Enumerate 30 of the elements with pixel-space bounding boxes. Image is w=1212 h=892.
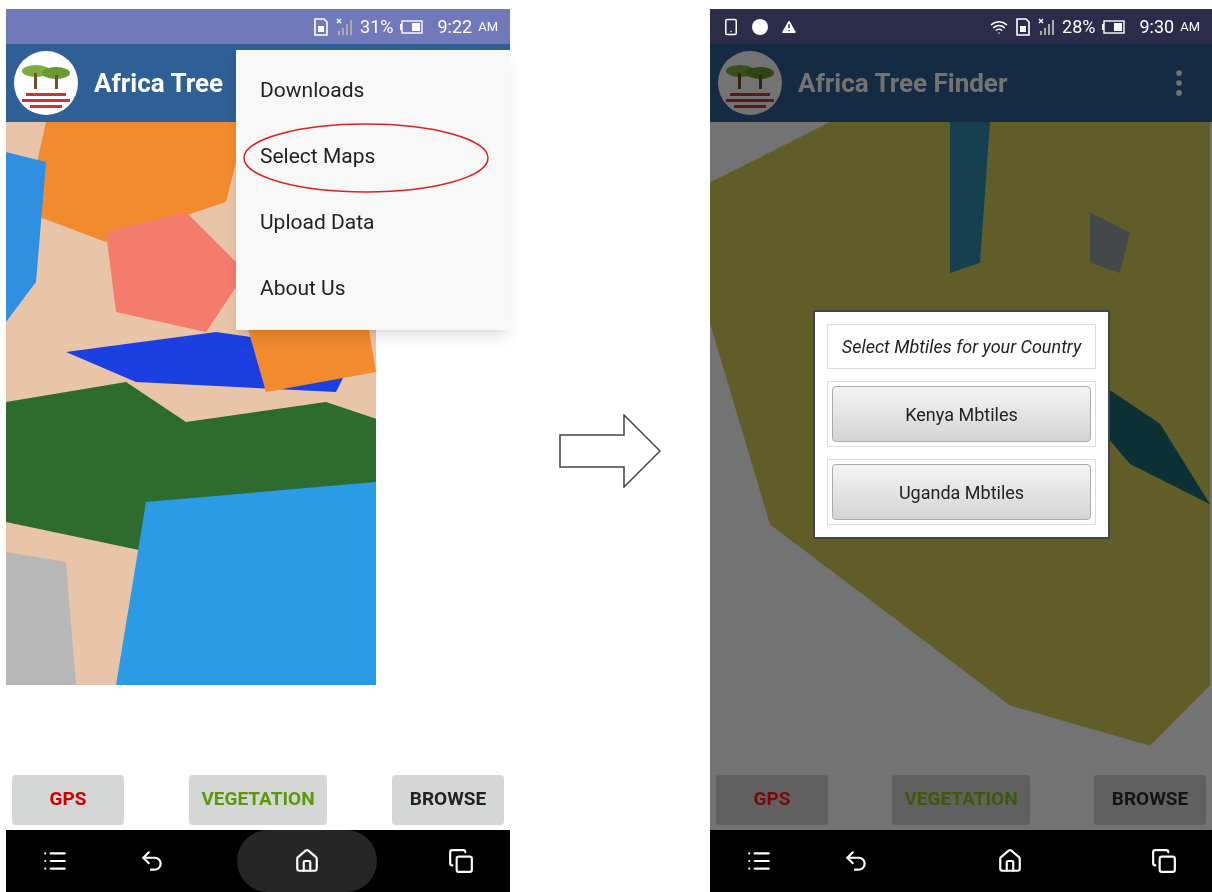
menu-item[interactable]: Upload Data [260, 207, 375, 239]
menu-item[interactable]: About Us [260, 273, 346, 305]
toolbar-button[interactable]: BROWSE [392, 774, 504, 825]
battery-icon [1101, 19, 1126, 34]
logo-icon [718, 51, 782, 115]
signal-icon [1038, 17, 1056, 36]
app-title: Africa Tree Finder [798, 66, 1008, 100]
app-title: Africa Tree [94, 66, 224, 100]
option-button[interactable]: Uganda Mbtiles [832, 464, 1091, 520]
battery-percent: 31% [360, 15, 394, 39]
dialog-title: Select Mbtiles for your Country [841, 336, 1082, 357]
battery-percent: 28% [1062, 15, 1096, 39]
option-button[interactable]: Kenya Mbtiles [832, 386, 1091, 442]
toolbar-button[interactable]: GPS [12, 774, 124, 825]
clock-meridiem: AM [1180, 17, 1200, 36]
home-icon [996, 848, 1023, 874]
clock-time: 9:30 [1139, 15, 1175, 39]
menu-item[interactable]: Downloads [260, 75, 365, 107]
home-icon [293, 848, 320, 874]
sim-card-icon [312, 17, 330, 36]
logo-icon [14, 51, 78, 115]
clock-time: 9:22 [437, 15, 473, 39]
right-arrow-icon [559, 414, 661, 488]
sim-card-icon [1014, 17, 1032, 36]
battery-icon [399, 19, 424, 34]
recent-apps-icon[interactable] [1150, 848, 1177, 874]
recent-apps-icon[interactable] [448, 848, 475, 874]
signal-icon [336, 17, 354, 36]
phone-icon [722, 17, 740, 36]
clock-meridiem: AM [478, 17, 498, 36]
